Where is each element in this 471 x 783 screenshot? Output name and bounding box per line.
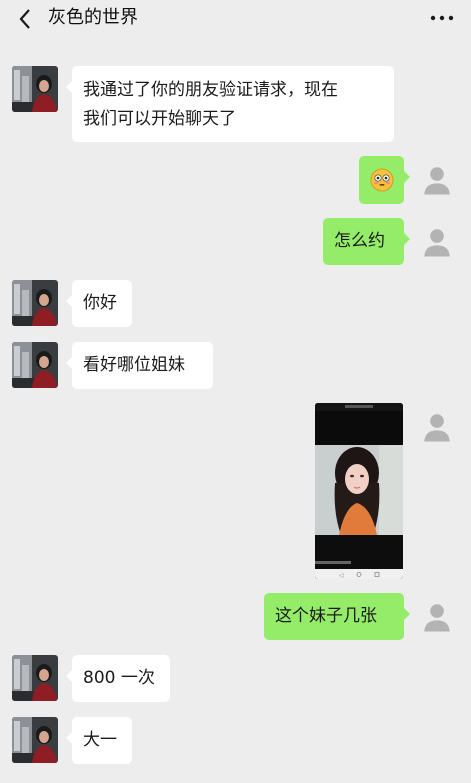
contact-avatar[interactable] xyxy=(12,280,58,326)
chevron-left-icon xyxy=(19,9,30,29)
user-avatar[interactable] xyxy=(417,222,457,262)
back-button[interactable] xyxy=(10,4,40,34)
phone-screenshot-photo: ◁ xyxy=(315,403,403,579)
message-bubble-received[interactable]: 大一 xyxy=(66,717,132,764)
user-default-icon xyxy=(420,600,454,634)
message-bubble-received[interactable]: 800 一次 xyxy=(66,655,170,702)
contact-avatar[interactable] xyxy=(12,342,58,388)
user-avatar[interactable] xyxy=(417,597,457,637)
contact-avatar[interactable] xyxy=(12,717,58,763)
user-default-icon xyxy=(420,410,454,444)
contact-avatar[interactable] xyxy=(12,66,58,112)
user-default-icon xyxy=(420,163,454,197)
more-dots-icon xyxy=(430,15,454,21)
message-bubble-received[interactable]: 我通过了你的朋友验证请求，现在 我们可以开始聊天了 xyxy=(66,66,394,142)
message-bubble-sent-emoji[interactable] xyxy=(359,156,410,204)
user-avatar[interactable] xyxy=(417,160,457,200)
message-bubble-received[interactable]: 看好哪位姐妹 xyxy=(66,342,213,389)
message-bubble-received[interactable]: 你好 xyxy=(66,280,132,327)
message-bubble-sent[interactable]: 怎么约 xyxy=(323,218,410,265)
message-bubble-sent[interactable]: 这个妹子几张 xyxy=(264,593,410,640)
user-default-icon xyxy=(420,225,454,259)
more-button[interactable] xyxy=(427,6,457,30)
chat-header: 灰色的世界 xyxy=(0,0,471,38)
chat-title: 灰色的世界 xyxy=(48,7,138,28)
flushed-face-icon xyxy=(370,168,393,192)
svg-text:◁: ◁ xyxy=(339,572,344,579)
user-avatar[interactable] xyxy=(417,407,457,447)
sent-photo-message[interactable]: ◁ xyxy=(315,403,403,579)
contact-avatar[interactable] xyxy=(12,655,58,701)
